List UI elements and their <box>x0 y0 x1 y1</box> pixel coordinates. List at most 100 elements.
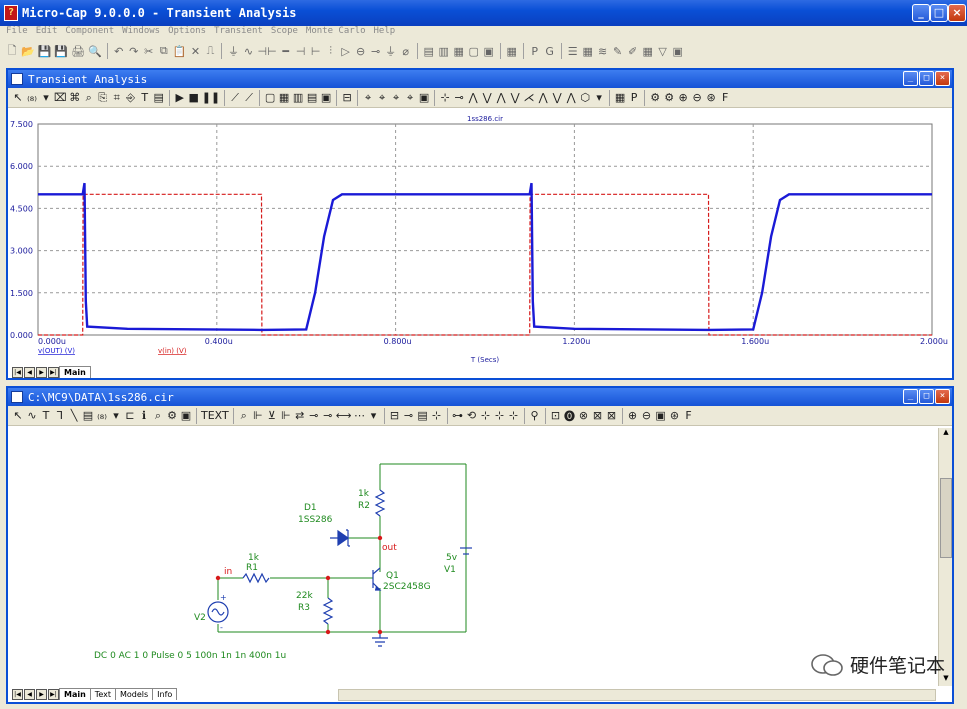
schematic-toolbar-button-15[interactable]: ⊩ <box>252 409 264 422</box>
main-toolbar-button-5[interactable]: 🔍 <box>88 45 102 58</box>
menu-item-8[interactable]: Help <box>374 26 396 40</box>
main-toolbar-button-25[interactable]: ▤ <box>423 45 435 58</box>
schematic-toolbar-button-8[interactable]: ⊏ <box>124 409 136 422</box>
next-tab-button[interactable]: ▶ <box>36 367 47 378</box>
transient-toolbar-button-36[interactable]: ⋀ <box>565 91 577 104</box>
main-toolbar-button-28[interactable]: ▢ <box>468 45 480 58</box>
first-tab-button[interactable]: |◀ <box>12 367 23 378</box>
schematic-toolbar-button-13[interactable]: TEXT <box>201 409 229 422</box>
transient-toolbar-button-13[interactable]: ❚❚ <box>202 91 220 104</box>
schematic-toolbar-button-40[interactable]: ⊖ <box>641 409 653 422</box>
schematic-toolbar-button-32[interactable]: ⊹ <box>508 409 520 422</box>
horizontal-scrollbar[interactable] <box>338 689 936 701</box>
transient-toolbar-button-24[interactable]: ⌖ <box>390 91 402 105</box>
main-toolbar-button-6[interactable]: ↶ <box>113 45 125 58</box>
schematic-toolbar-button-31[interactable]: ⊹ <box>494 409 506 422</box>
main-toolbar-button-21[interactable]: ⊖ <box>355 45 367 58</box>
main-toolbar-button-16[interactable]: ━ <box>280 45 292 58</box>
transient-toolbar-button-8[interactable]: ⎆ <box>125 91 137 105</box>
main-toolbar-button-37[interactable]: ✐ <box>627 45 639 58</box>
schematic-toolbar-button-16[interactable]: ⊻ <box>266 409 278 422</box>
schematic-toolbar-button-17[interactable]: ⊩ <box>280 409 292 422</box>
main-toolbar-button-4[interactable]: 🖨 <box>71 45 85 58</box>
menu-item-5[interactable]: Transient <box>214 26 263 40</box>
main-toolbar-button-3[interactable]: 💾 <box>54 45 68 58</box>
schematic-toolbar-button-37[interactable]: ⊠ <box>592 409 604 422</box>
main-toolbar-button-39[interactable]: ▽ <box>657 45 669 58</box>
schematic-close-button[interactable]: × <box>935 389 950 404</box>
main-toolbar-button-31[interactable]: P <box>529 45 541 58</box>
transient-toolbar-button-26[interactable]: ▣ <box>418 91 430 104</box>
transient-toolbar-button-44[interactable]: ⊖ <box>691 91 703 104</box>
schematic-toolbar-button-33[interactable]: ⚲ <box>529 409 541 422</box>
transient-toolbar-button-0[interactable]: ↖ <box>12 91 24 104</box>
schematic-toolbar-button-28[interactable]: ⊶ <box>452 409 464 422</box>
transient-toolbar-button-42[interactable]: ⚙ <box>663 91 675 104</box>
transient-toolbar-button-41[interactable]: ⚙ <box>649 91 661 104</box>
transient-toolbar-button-43[interactable]: ⊕ <box>677 91 689 104</box>
transient-toolbar-button-28[interactable]: ⊸ <box>453 91 465 104</box>
schematic-toolbar-button-20[interactable]: ⊸ <box>322 409 334 422</box>
main-toolbar-button-20[interactable]: ▷ <box>340 45 352 58</box>
main-toolbar-button-14[interactable]: ∿ <box>242 45 254 58</box>
transient-maximize-button[interactable]: □ <box>919 71 934 86</box>
main-toolbar-button-36[interactable]: ✎ <box>612 45 624 58</box>
main-toolbar-button-8[interactable]: ✂ <box>143 45 155 58</box>
schematic-toolbar-button-14[interactable]: ⌕ <box>238 409 250 423</box>
schematic-toolbar-button-11[interactable]: ⚙ <box>166 409 178 422</box>
schematic-toolbar-button-23[interactable]: ▾ <box>368 409 380 422</box>
schematic-toolbar-button-24[interactable]: ⊟ <box>389 409 401 422</box>
main-toolbar-button-11[interactable]: ✕ <box>189 45 201 58</box>
transient-toolbar-button-39[interactable]: ▦ <box>614 91 626 104</box>
main-toolbar-button-26[interactable]: ▥ <box>438 45 450 58</box>
transient-toolbar-button-21[interactable]: ⊟ <box>341 91 353 104</box>
main-toolbar-button-40[interactable]: ▣ <box>672 45 684 58</box>
vertical-scrollbar[interactable]: ▲ ▼ <box>938 428 952 686</box>
main-toolbar-button-18[interactable]: ⊢ <box>310 45 322 58</box>
transient-toolbar-button-30[interactable]: ⋁ <box>481 91 493 104</box>
transient-toolbar-button-32[interactable]: ⋁ <box>509 91 521 104</box>
schematic-minimize-button[interactable]: _ <box>903 389 918 404</box>
schematic-toolbar-button-18[interactable]: ⇄ <box>294 409 306 422</box>
schematic-toolbar-button-2[interactable]: T <box>40 409 52 422</box>
schematic-toolbar-button-21[interactable]: ⟷ <box>336 409 352 422</box>
schematic-toolbar-button-7[interactable]: ▾ <box>110 409 122 422</box>
transient-toolbar-button-37[interactable]: ⬡ <box>579 91 591 104</box>
transient-toolbar-button-31[interactable]: ⋀ <box>495 91 507 104</box>
transient-toolbar-button-17[interactable]: ▦ <box>278 91 290 104</box>
transient-toolbar-button-7[interactable]: ⌗ <box>111 91 123 105</box>
transient-toolbar-button-4[interactable]: ⌘ <box>69 91 81 104</box>
tab-main[interactable]: Main <box>59 688 91 700</box>
schematic-toolbar-button-42[interactable]: ⊛ <box>669 409 681 422</box>
main-toolbar-button-30[interactable]: ▦ <box>506 45 518 58</box>
transient-toolbar-button-14[interactable]: ⟋ <box>229 91 241 105</box>
main-toolbar-button-1[interactable]: 📂 <box>21 45 35 58</box>
schematic-toolbar-button-1[interactable]: ∿ <box>26 409 38 422</box>
transient-toolbar-button-12[interactable]: ■ <box>188 91 200 104</box>
schematic-canvas[interactable]: D1 1SS286 1k R1 1k R2 22k R3 Q1 2SC2458G… <box>8 428 938 686</box>
maximize-button[interactable]: □ <box>930 4 948 22</box>
schematic-toolbar-button-39[interactable]: ⊕ <box>627 409 639 422</box>
close-button[interactable]: × <box>948 4 966 22</box>
schematic-toolbar-button-0[interactable]: ↖ <box>12 409 24 422</box>
menu-item-6[interactable]: Scope <box>271 26 298 40</box>
main-toolbar-button-32[interactable]: G <box>544 45 556 58</box>
menu-item-1[interactable]: Edit <box>36 26 58 40</box>
prev-tab-button[interactable]: ◀ <box>24 689 35 700</box>
transient-minimize-button[interactable]: _ <box>903 71 918 86</box>
schematic-toolbar-button-19[interactable]: ⊸ <box>308 409 320 422</box>
tab-info[interactable]: Info <box>152 688 178 700</box>
schematic-toolbar-button-3[interactable]: ꓶ <box>54 409 66 422</box>
main-toolbar-button-17[interactable]: ⊣ <box>295 45 307 58</box>
tab-models[interactable]: Models <box>114 688 154 700</box>
transient-toolbar-button-35[interactable]: ⋁ <box>551 91 563 104</box>
transient-toolbar-button-40[interactable]: P <box>628 91 640 104</box>
main-toolbar-button-0[interactable]: 🗋 <box>6 42 18 61</box>
main-toolbar-button-22[interactable]: ⊸ <box>370 45 382 58</box>
transient-toolbar-button-16[interactable]: ▢ <box>264 91 276 104</box>
schematic-toolbar-button-4[interactable]: ╲ <box>68 409 80 422</box>
main-toolbar-button-35[interactable]: ≋ <box>597 45 609 58</box>
transient-toolbar-button-20[interactable]: ▣ <box>320 91 332 104</box>
schematic-toolbar-button-29[interactable]: ⟲ <box>466 409 478 422</box>
transient-toolbar-button-38[interactable]: ▾ <box>593 91 605 104</box>
